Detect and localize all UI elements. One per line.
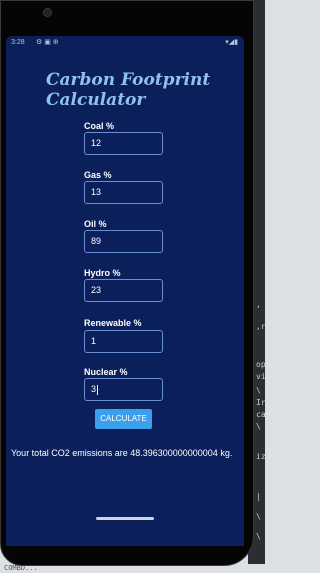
ide-text-line: \ — [256, 422, 261, 431]
front-camera — [43, 8, 52, 17]
nuclear-label: Nuclear % — [84, 367, 128, 377]
ide-text-line: ,r — [256, 322, 265, 331]
notification-icons: ⚙ ▣ ⊕ — [36, 39, 59, 46]
page-title: Carbon Footprint Calculator — [46, 70, 211, 110]
hydro-input[interactable]: 23 — [84, 279, 163, 302]
ide-text-line: iz — [256, 452, 265, 461]
renewable-label: Renewable % — [84, 318, 142, 328]
ide-text-line: \ — [256, 512, 261, 521]
home-indicator[interactable] — [96, 517, 154, 520]
result-text: Your total CO2 emissions are 48.39630000… — [11, 448, 233, 458]
renewable-input[interactable]: 1 — [84, 330, 163, 353]
oil-label: Oil % — [84, 219, 107, 229]
status-time: 3:28 — [11, 39, 25, 46]
signal-battery-icons: ▾◢▮ — [225, 39, 238, 46]
text-cursor — [97, 384, 99, 395]
ide-text-line: \ — [256, 532, 261, 541]
app-screen: 3:28 ⚙ ▣ ⊕ ▾◢▮ Carbon Footprint Calculat… — [6, 36, 244, 546]
hydro-label: Hydro % — [84, 268, 121, 278]
phone-frame: 3:28 ⚙ ▣ ⊕ ▾◢▮ Carbon Footprint Calculat… — [0, 0, 254, 566]
coal-label: Coal % — [84, 121, 115, 131]
ide-text-line: op — [256, 360, 265, 369]
nuclear-input-value: 3 — [91, 384, 97, 394]
screenshot-stage: , ,r op vi \ Ir ca \ iz | \ \ COMBD... 3… — [0, 0, 265, 573]
calculate-button[interactable]: CALCULATE — [95, 409, 152, 429]
ide-text-line: ca — [256, 410, 265, 419]
ide-text-line: Ir — [256, 398, 265, 407]
gas-label: Gas % — [84, 170, 112, 180]
coal-input[interactable]: 12 — [84, 132, 163, 155]
ide-text-line: , — [256, 300, 261, 309]
ide-text-line: | — [256, 492, 261, 501]
nuclear-input[interactable]: 3 — [84, 378, 163, 401]
gas-input[interactable]: 13 — [84, 181, 163, 204]
status-bar: 3:28 ⚙ ▣ ⊕ ▾◢▮ — [6, 36, 244, 50]
ide-text-line: vi — [256, 372, 265, 381]
oil-input[interactable]: 89 — [84, 230, 163, 253]
ide-text-line: \ — [256, 386, 261, 395]
